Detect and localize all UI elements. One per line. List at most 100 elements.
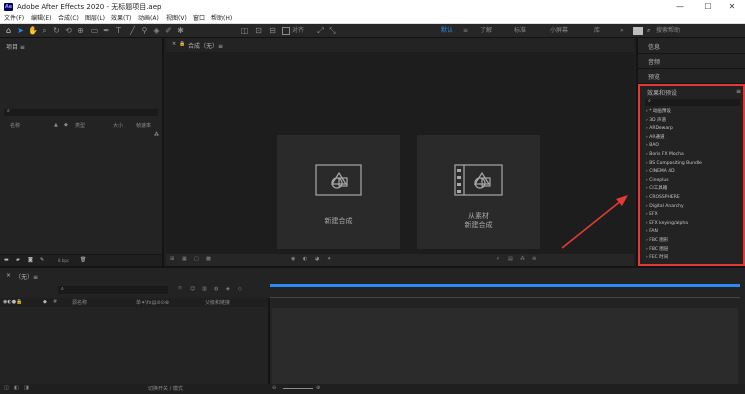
pen-tool-icon[interactable]: ✒ <box>102 26 111 35</box>
switches-column[interactable]: 单✦\fx▤⊘⊙⊕ <box>136 299 169 306</box>
new-comp-icon[interactable]: ◙ <box>28 257 33 263</box>
puppet-tool-icon[interactable]: ✱ <box>176 26 185 35</box>
draft-3d-icon[interactable]: ⤧ <box>178 286 182 292</box>
timeline-divider[interactable] <box>268 298 270 384</box>
project-search-input[interactable]: ⌕ <box>4 108 158 116</box>
snapshot-icon[interactable]: ◉ <box>291 256 295 262</box>
effect-category[interactable]: › BS Compositing Bundle <box>646 161 702 167</box>
rectangle-tool-icon[interactable]: ▭ <box>90 26 99 35</box>
effect-category[interactable]: › FAN <box>646 229 658 235</box>
channel-icon[interactable]: ◕ <box>315 256 319 262</box>
effects-panel-menu-icon[interactable]: ≡ <box>736 88 741 95</box>
workspace-learn[interactable]: 了解 <box>480 26 492 36</box>
new-composition-card[interactable]: 新建合成 <box>277 135 400 249</box>
time-ruler[interactable] <box>270 290 740 298</box>
selection-tool-icon[interactable]: ➤ <box>16 26 25 35</box>
transparency-grid-icon[interactable]: ▩ <box>206 256 211 262</box>
zoom-slider[interactable] <box>283 388 313 389</box>
brush-tool-icon[interactable]: ╱ <box>128 26 137 35</box>
column-frame-rate[interactable]: 帧速率 <box>136 122 151 129</box>
zoom-in-icon[interactable]: ⊕ <box>316 385 320 391</box>
home-icon[interactable]: ⌂ <box>4 26 13 35</box>
search-help-input[interactable]: 搜索帮助 <box>656 26 680 36</box>
close-comp-tab-icon[interactable]: × <box>172 41 176 47</box>
effect-category[interactable]: › FBC 图层 <box>646 247 668 253</box>
effect-category[interactable]: › EFX keying/alpha <box>646 221 688 227</box>
workspace-menu-icon[interactable]: ≡ <box>463 26 468 36</box>
menu-view[interactable]: 视图(V) <box>166 15 187 23</box>
effect-category[interactable]: › BAO <box>646 143 659 149</box>
close-timeline-tab-icon[interactable]: × <box>6 272 11 279</box>
effect-category[interactable]: › Cineplus <box>646 178 669 184</box>
keyframe-icon[interactable]: ◇ <box>238 286 242 292</box>
magnification-icon[interactable]: ⊞ <box>170 256 174 262</box>
effect-category[interactable]: › ARDewarp <box>646 126 673 132</box>
effects-panel-title[interactable]: 效果和预设 <box>647 88 677 97</box>
bpc-indicator[interactable]: 8 bpc <box>58 258 69 263</box>
workspace-overflow[interactable]: » <box>620 26 624 36</box>
menu-help[interactable]: 帮助(H) <box>211 15 232 23</box>
workspace-default[interactable]: 默认 <box>441 26 453 36</box>
effect-category[interactable]: › Digital Anarchy <box>646 204 684 210</box>
sort-icon[interactable]: ▲ <box>54 122 58 128</box>
info-panel-tab[interactable]: 信息 <box>648 42 660 51</box>
hand-tool-icon[interactable]: ✋ <box>28 26 38 35</box>
clone-stamp-tool-icon[interactable]: ⚲ <box>140 26 149 35</box>
effect-category[interactable]: › CINEMA 4D <box>646 169 675 175</box>
reset-exposure-icon[interactable]: ⊛ <box>532 256 536 262</box>
exposure-icon[interactable]: ✦ <box>327 256 331 262</box>
sync-settings-icon[interactable] <box>633 27 643 35</box>
close-button[interactable]: ✕ <box>719 0 745 14</box>
menu-window[interactable]: 窗口 <box>193 15 205 23</box>
column-type[interactable]: 类型 <box>75 122 85 129</box>
snap-option-icon[interactable]: ⊡ <box>254 26 263 35</box>
snap-edge-icon[interactable]: ⊟ <box>268 26 277 35</box>
motion-blur-icon[interactable]: ◍ <box>214 286 218 292</box>
pan-behind-tool-icon[interactable]: ⊕ <box>76 26 85 35</box>
effect-category[interactable]: › CROSSPHERE <box>646 195 680 201</box>
workspace-small-screen[interactable]: 小屏幕 <box>550 26 568 36</box>
frame-blending-icon[interactable]: ▥ <box>202 286 207 292</box>
minimize-button[interactable]: — <box>667 0 693 14</box>
axis-icon[interactable]: ⤢ <box>316 26 325 35</box>
timeline-toggle-icon[interactable]: ▤ <box>508 256 513 262</box>
timeline-track-area[interactable] <box>272 308 738 384</box>
align-checkbox[interactable] <box>282 27 290 35</box>
project-panel-title[interactable]: 项目 ≡ <box>6 42 25 51</box>
shy-icon[interactable]: ☺ <box>190 286 195 292</box>
menu-animation[interactable]: 动画(A) <box>138 15 159 23</box>
effect-category[interactable]: › 3D 声道 <box>646 118 666 124</box>
toggle-modes-icon[interactable]: ◧ <box>14 385 19 391</box>
effects-search-input[interactable]: ⌕ <box>645 98 740 106</box>
menu-layer[interactable]: 图层(L) <box>85 15 105 23</box>
toggle-switches-icon[interactable]: ◫ <box>4 385 9 391</box>
effect-category[interactable]: › FBC 图形 <box>646 238 668 244</box>
search-help-icon[interactable]: ⌕ <box>647 26 650 36</box>
trash-icon[interactable]: 🗑 <box>80 257 86 263</box>
workspace-standard[interactable]: 标准 <box>514 26 526 36</box>
zoom-out-icon[interactable]: ⊖ <box>272 385 276 391</box>
type-tool-icon[interactable]: T <box>114 26 123 35</box>
workspace-library[interactable]: 库 <box>594 26 600 36</box>
effect-category[interactable]: › EFX <box>646 212 658 218</box>
effect-category[interactable]: › CI工具箱 <box>646 186 667 192</box>
parent-link-column[interactable]: 父级和链接 <box>205 299 230 306</box>
graph-editor-icon[interactable]: ◈ <box>226 286 230 292</box>
menu-file[interactable]: 文件(F) <box>4 15 24 23</box>
source-name-column[interactable]: 源名称 <box>72 299 87 306</box>
zoom-tool-icon[interactable]: ⌕ <box>40 26 49 35</box>
toggle-switches-modes[interactable]: 切换开关 / 模式 <box>148 385 183 392</box>
expand-icon[interactable]: ⤡ <box>328 26 337 35</box>
preview-panel-tab[interactable]: 预览 <box>648 72 660 81</box>
new-comp-from-footage-card[interactable]: 从素材 新建合成 <box>417 135 540 249</box>
roto-brush-tool-icon[interactable]: ✐ <box>164 26 173 35</box>
timeline-tab-label[interactable]: （无）≡ <box>15 272 38 281</box>
timeline-search-input[interactable]: ⌕ <box>58 286 168 294</box>
new-folder-icon[interactable]: ▰ <box>16 257 20 263</box>
render-time-icon[interactable]: ◨ <box>24 385 29 391</box>
flowchart-icon[interactable]: ⁂ <box>154 132 159 138</box>
color-settings-icon[interactable]: ✎ <box>40 257 44 263</box>
av-features-icon[interactable]: ◉◐●🔒 <box>3 299 22 305</box>
eraser-tool-icon[interactable]: ◈ <box>152 26 161 35</box>
fast-previews-icon[interactable]: ⚡ <box>496 256 500 262</box>
